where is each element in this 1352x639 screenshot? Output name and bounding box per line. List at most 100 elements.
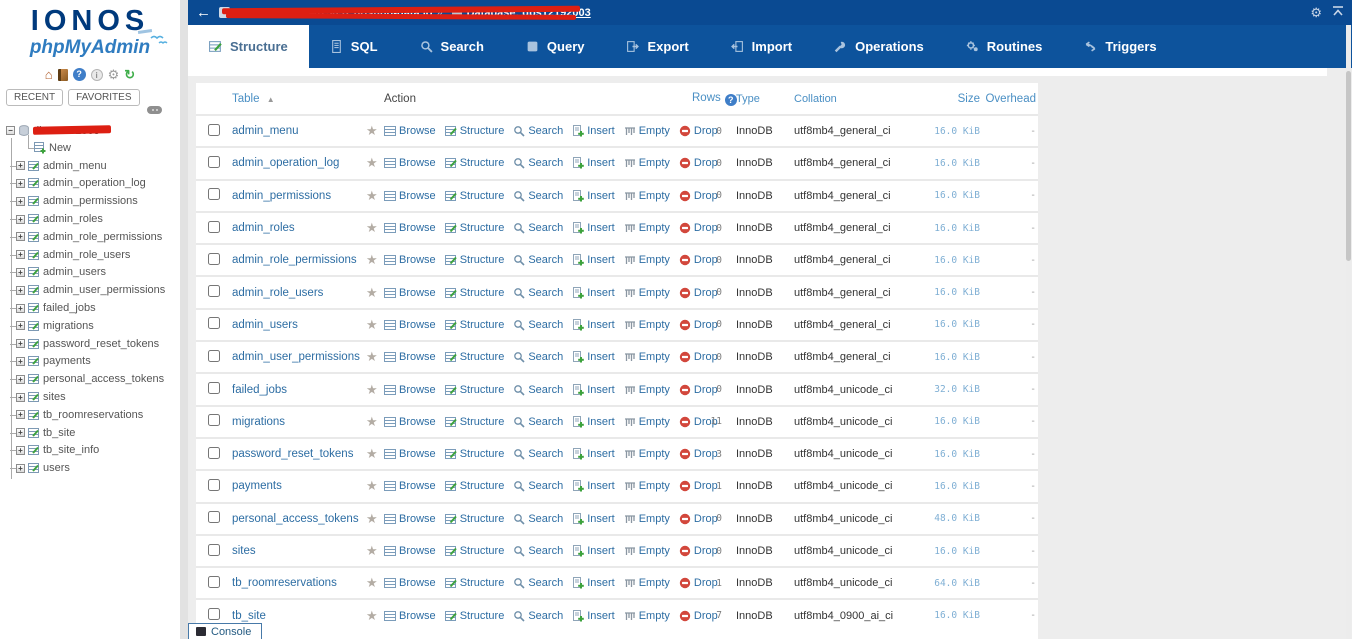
browse-link[interactable]: Browse — [384, 222, 436, 234]
table-name-link[interactable]: sites — [232, 545, 366, 557]
console-toggle[interactable]: Console — [188, 623, 263, 639]
sidebar-item-new[interactable]: New — [6, 135, 178, 157]
collapse-icon[interactable]: − — [6, 126, 15, 135]
search-link[interactable]: Search — [513, 545, 563, 557]
row-select-checkbox[interactable] — [208, 349, 220, 362]
browse-link[interactable]: Browse — [384, 577, 436, 589]
tab-export[interactable]: Export — [605, 25, 709, 68]
structure-link[interactable]: Structure — [444, 610, 504, 622]
panel-link-icon[interactable] — [147, 106, 162, 114]
table-link[interactable]: password_reset_tokens — [43, 338, 159, 350]
favorite-star-icon[interactable]: ★ — [366, 155, 384, 171]
table-name-link[interactable]: admin_roles — [232, 222, 366, 234]
sidebar-item-personal_access_tokens[interactable]: + personal_access_tokens — [6, 370, 178, 388]
table-size[interactable]: 16.0 KiB — [914, 255, 980, 266]
sidebar-item-admin_menu[interactable]: + admin_menu — [6, 157, 178, 175]
insert-link[interactable]: Insert — [572, 609, 615, 622]
table-name-link[interactable]: admin_role_permissions — [232, 254, 366, 266]
tab-import[interactable]: Import — [710, 25, 813, 68]
search-link[interactable]: Search — [513, 416, 563, 428]
insert-link[interactable]: Insert — [572, 254, 615, 266]
favorite-star-icon[interactable]: ★ — [366, 543, 384, 559]
docs-icon[interactable]: i — [90, 68, 103, 81]
row-select-checkbox[interactable] — [208, 252, 220, 265]
expand-icon[interactable]: + — [16, 463, 25, 473]
structure-link[interactable]: Structure — [444, 254, 504, 266]
favorite-star-icon[interactable]: ★ — [366, 317, 384, 333]
search-link[interactable]: Search — [513, 448, 563, 460]
table-link[interactable]: personal_access_tokens — [43, 373, 164, 385]
favorite-star-icon[interactable]: ★ — [366, 188, 384, 204]
structure-link[interactable]: Structure — [444, 577, 504, 589]
browse-link[interactable]: Browse — [384, 384, 436, 396]
table-name-link[interactable]: payments — [232, 480, 366, 492]
empty-link[interactable]: Empty — [624, 190, 670, 202]
favorite-star-icon[interactable]: ★ — [366, 382, 384, 398]
search-link[interactable]: Search — [513, 287, 563, 299]
expand-icon[interactable]: + — [16, 321, 25, 331]
expand-icon[interactable]: + — [16, 196, 25, 206]
table-link[interactable]: migrations — [43, 320, 94, 332]
search-link[interactable]: Search — [513, 480, 563, 492]
sidebar-item-payments[interactable]: + payments — [6, 353, 178, 371]
table-size[interactable]: 16.0 KiB — [914, 319, 980, 330]
table-name-link[interactable]: tb_roomreservations — [232, 577, 366, 589]
row-select-checkbox[interactable] — [208, 511, 220, 524]
expand-icon[interactable]: + — [16, 250, 25, 260]
insert-link[interactable]: Insert — [572, 157, 615, 169]
sidebar-item-password_reset_tokens[interactable]: + password_reset_tokens — [6, 335, 178, 353]
row-select-checkbox[interactable] — [208, 317, 220, 330]
expand-icon[interactable]: + — [16, 267, 25, 277]
table-name-link[interactable]: admin_operation_log — [232, 157, 366, 169]
table-link[interactable]: tb_roomreservations — [43, 409, 143, 421]
table-link[interactable]: admin_permissions — [43, 195, 138, 207]
row-select-checkbox[interactable] — [208, 414, 220, 427]
structure-link[interactable]: Structure — [444, 351, 504, 363]
empty-link[interactable]: Empty — [624, 351, 670, 363]
favorite-star-icon[interactable]: ★ — [366, 252, 384, 268]
browse-link[interactable]: Browse — [384, 254, 436, 266]
exit-icon[interactable] — [57, 68, 68, 81]
search-link[interactable]: Search — [513, 157, 563, 169]
page-settings-icon[interactable]: ⚙ — [1310, 5, 1322, 21]
browse-link[interactable]: Browse — [384, 287, 436, 299]
favorite-star-icon[interactable]: ★ — [366, 511, 384, 527]
favorite-star-icon[interactable]: ★ — [366, 414, 384, 430]
table-link[interactable]: payments — [43, 355, 91, 367]
search-link[interactable]: Search — [513, 254, 563, 266]
table-name-link[interactable]: admin_menu — [232, 125, 366, 137]
settings-icon[interactable]: ⚙ — [108, 68, 120, 81]
empty-link[interactable]: Empty — [624, 287, 670, 299]
table-name-link[interactable]: admin_users — [232, 319, 366, 331]
sidebar-item-tb_site[interactable]: + tb_site — [6, 424, 178, 442]
insert-link[interactable]: Insert — [572, 189, 615, 202]
table-size[interactable]: 16.0 KiB — [914, 546, 980, 557]
structure-link[interactable]: Structure — [444, 319, 504, 331]
insert-link[interactable]: Insert — [572, 448, 615, 460]
search-link[interactable]: Search — [513, 125, 563, 137]
search-link[interactable]: Search — [513, 577, 563, 589]
structure-link[interactable]: Structure — [444, 545, 504, 557]
row-select-checkbox[interactable] — [208, 123, 220, 136]
table-name-link[interactable]: admin_permissions — [232, 190, 366, 202]
table-name-link[interactable]: admin_role_users — [232, 287, 366, 299]
scrollbar-thumb[interactable] — [1346, 71, 1351, 261]
table-name-link[interactable]: tb_site — [232, 610, 366, 622]
browse-link[interactable]: Browse — [384, 157, 436, 169]
empty-link[interactable]: Empty — [624, 610, 670, 622]
insert-link[interactable]: Insert — [572, 383, 615, 396]
structure-link[interactable]: Structure — [444, 513, 504, 525]
tab-query[interactable]: Query — [505, 25, 606, 68]
panel-divider[interactable] — [180, 0, 188, 639]
browse-link[interactable]: Browse — [384, 610, 436, 622]
recent-button[interactable]: RECENT — [6, 89, 64, 107]
table-name-link[interactable]: migrations — [232, 416, 366, 428]
sidebar-item-admin_permissions[interactable]: + admin_permissions — [6, 192, 178, 210]
favorite-star-icon[interactable]: ★ — [366, 349, 384, 365]
expand-icon[interactable]: + — [16, 374, 25, 384]
insert-link[interactable]: Insert — [572, 577, 615, 589]
sidebar-item-admin_role_permissions[interactable]: + admin_role_permissions — [6, 228, 178, 246]
insert-link[interactable]: Insert — [572, 351, 615, 363]
sort-type-header[interactable]: Type — [736, 93, 760, 105]
row-select-checkbox[interactable] — [208, 220, 220, 233]
